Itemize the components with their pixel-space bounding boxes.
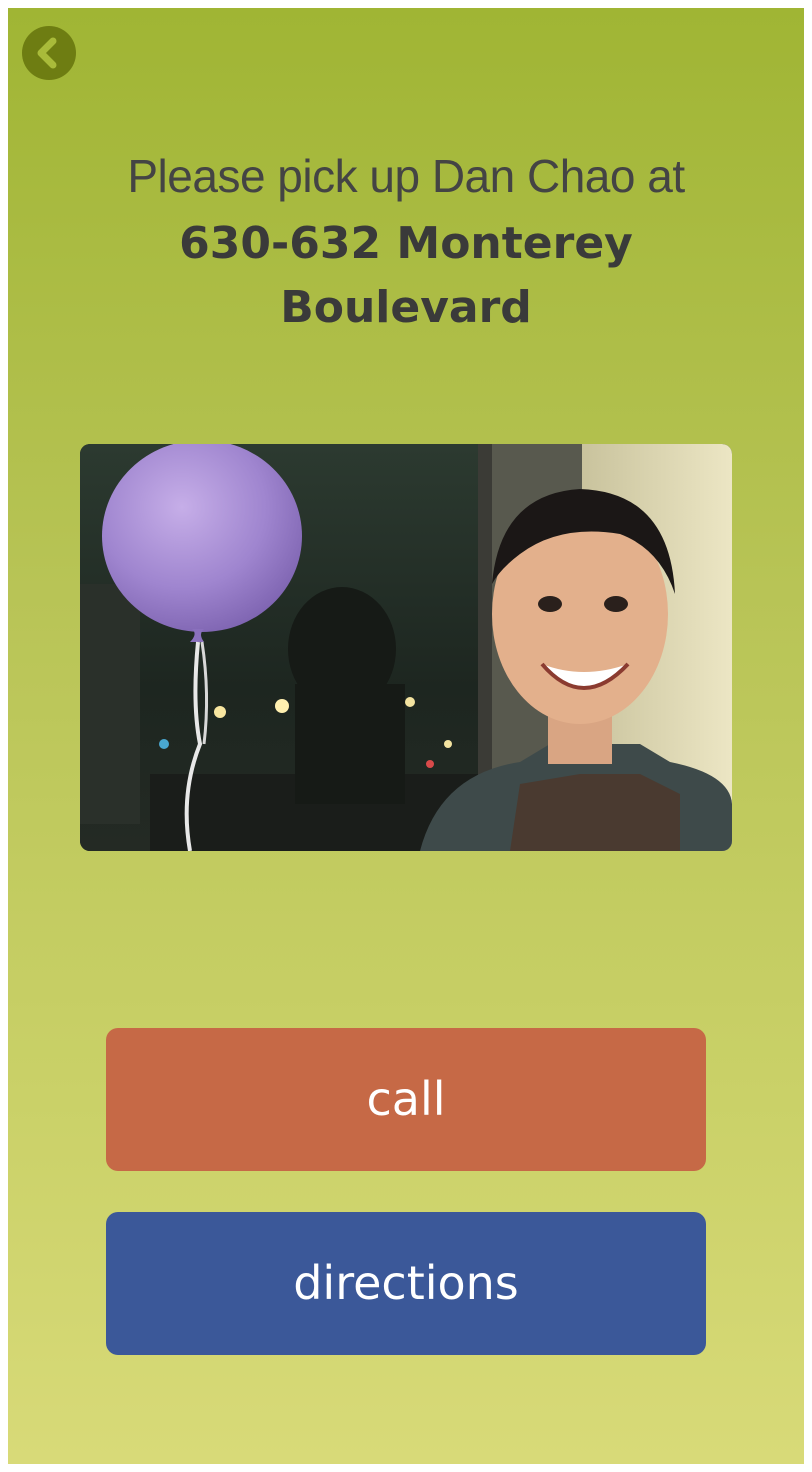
call-button[interactable]: call	[106, 1028, 706, 1171]
ride-pickup-screen: Please pick up Dan Chao at 630-632 Monte…	[8, 8, 804, 1464]
pickup-address: 630-632 Monterey Boulevard	[179, 218, 633, 333]
passenger-photo-image	[80, 444, 732, 851]
pickup-prompt: Please pick up Dan Chao at	[127, 150, 685, 202]
directions-button[interactable]: directions	[106, 1212, 706, 1355]
passenger-photo	[80, 444, 732, 851]
back-button[interactable]	[22, 26, 76, 80]
pickup-instruction: Please pick up Dan Chao at 630-632 Monte…	[48, 146, 764, 340]
chevron-left-icon	[37, 37, 57, 69]
